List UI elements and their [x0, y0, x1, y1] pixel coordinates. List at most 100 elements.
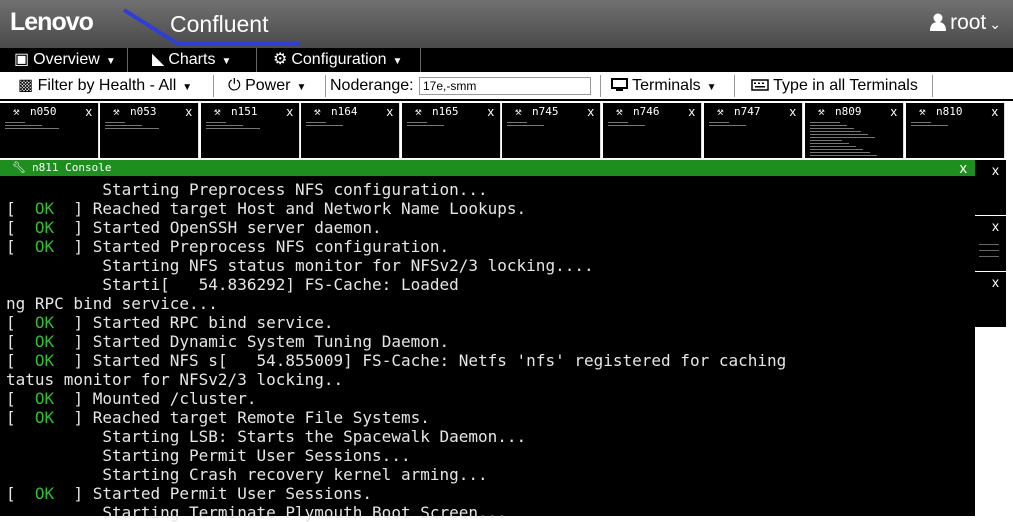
wrench-icon: ⚒: [717, 105, 724, 118]
filter-health-dropdown[interactable]: ▩ Filter by Health - All ▼: [18, 72, 192, 99]
side-terminal-window[interactable]: x: [973, 216, 1006, 271]
close-icon[interactable]: x: [992, 274, 999, 290]
type-in-all-terminals-button[interactable]: Type in all Terminals: [751, 72, 918, 99]
caret-down-icon: ▼: [392, 56, 403, 67]
thumbnail-titlebar[interactable]: ⚒ n165 x: [402, 103, 500, 120]
thumbnail-titlebar[interactable]: ⚒ n746 x: [603, 103, 701, 120]
noderange-input[interactable]: [419, 77, 591, 95]
close-icon[interactable]: x: [387, 103, 394, 120]
ok-status: OK: [34, 218, 55, 237]
menu-configuration[interactable]: ⚙ Configuration ▼: [257, 48, 421, 72]
terminal-text-line: [810, 152, 870, 153]
terminal-text-line: [810, 146, 856, 147]
thumbnail-titlebar[interactable]: ⚒ n747 x: [704, 103, 802, 120]
noderange-label: Noderange:: [330, 77, 414, 94]
ok-status: OK: [34, 332, 55, 351]
app-title: Confluent: [170, 11, 269, 37]
console-line-text: Starti[ 54.836292] FS-Cache: Loaded: [6, 275, 459, 294]
thumbnail-titlebar[interactable]: ⚒ n809 x: [805, 103, 903, 120]
close-icon[interactable]: x: [960, 160, 968, 178]
chevron-down-icon: ⌄: [989, 16, 1001, 32]
thumbnail-node-name: n164: [331, 105, 358, 118]
close-icon[interactable]: x: [86, 103, 93, 120]
console-line-text: ] Started OpenSSH server daemon.: [54, 218, 382, 237]
type-in-all-terminals-label: Type in all Terminals: [773, 77, 918, 94]
menu-overview-label: Overview: [33, 51, 100, 68]
console-line: [ OK ] Reached target Remote File System…: [6, 408, 786, 427]
terminal-thumbnail[interactable]: ⚒ n747 x: [704, 103, 803, 158]
console-line: Starting Crash recovery kernel arming...: [6, 465, 786, 484]
user-name: root: [950, 11, 987, 34]
close-icon[interactable]: x: [992, 103, 999, 120]
terminal-thumbnail[interactable]: ⚒ n746 x: [603, 103, 702, 158]
terminal-text-line: [105, 128, 159, 129]
terminal-text-line: [810, 128, 854, 129]
console-line-text: Starting NFS status monitor for NFSv2/3 …: [6, 256, 594, 275]
toolbar: ▩ Filter by Health - All ▼ ⏻ Power ▼ Noder…: [0, 72, 1013, 101]
terminal-text-line: [5, 128, 59, 129]
side-terminal-window[interactable]: x: [973, 272, 1006, 327]
thumbnail-preview: [507, 122, 595, 128]
thumbnail-titlebar[interactable]: ⚒ n053 x: [100, 103, 198, 120]
console-title: n811 Console: [32, 161, 112, 174]
terminal-thumbnail[interactable]: ⚒ n809 x: [805, 103, 904, 158]
wrench-icon: ⚒: [919, 105, 926, 118]
thumbnail-titlebar[interactable]: ⚒ n745 x: [502, 103, 600, 120]
close-icon[interactable]: x: [689, 103, 696, 120]
wrench-icon: ⚒: [415, 105, 422, 118]
thumbnail-preview: [810, 122, 898, 158]
console-line-text: ] Started NFS s[ 54.855009] FS-Cache: Ne…: [54, 351, 787, 370]
terminal-thumbnail[interactable]: ⚒ n050 x: [0, 103, 99, 158]
console-line: ng RPC bind service...: [6, 294, 786, 313]
close-icon[interactable]: x: [992, 162, 999, 178]
terminal-text-line: [810, 122, 840, 123]
wrench-icon: 🔧︎: [12, 161, 26, 174]
thumbnail-titlebar[interactable]: ⚒ n151 x: [201, 103, 299, 120]
console-line: Starting Permit User Sessions...: [6, 446, 786, 465]
console-output[interactable]: Starting Preprocess NFS configuration...…: [6, 180, 786, 522]
close-icon[interactable]: x: [287, 103, 294, 120]
terminal-thumbnail[interactable]: ⚒ n165 x: [402, 103, 501, 158]
ok-status: OK: [34, 199, 55, 218]
thumbnail-preview: [206, 122, 294, 131]
terminal-text-line: [407, 122, 427, 123]
close-icon[interactable]: x: [588, 103, 595, 120]
thumbnail-titlebar[interactable]: ⚒ n164 x: [301, 103, 399, 120]
terminal-thumbnail[interactable]: ⚒ n745 x: [502, 103, 601, 158]
user-icon: [930, 13, 947, 31]
thumbnail-node-name: n050: [30, 105, 57, 118]
thumbnail-titlebar[interactable]: ⚒ n810 x: [906, 103, 1004, 120]
close-icon[interactable]: x: [891, 103, 898, 120]
terminals-dropdown[interactable]: Terminals ▼: [611, 72, 717, 99]
close-icon[interactable]: x: [790, 103, 797, 120]
console-window[interactable]: 🔧︎ n811 Console x Starting Preprocess NF…: [0, 160, 975, 522]
console-line-prefix: [: [6, 408, 35, 427]
caret-down-icon: ▼: [105, 56, 116, 67]
terminal-thumbnail[interactable]: ⚒ n151 x: [201, 103, 300, 158]
power-dropdown[interactable]: ⏻ Power ▼: [228, 72, 306, 99]
wrench-icon: ⚒: [616, 105, 623, 118]
side-terminal-window[interactable]: x: [973, 160, 1006, 215]
user-menu[interactable]: root ⌄: [930, 11, 1001, 35]
thumbnail-preview: [911, 122, 999, 128]
console-line-prefix: [: [6, 218, 35, 237]
console-line: Starting LSB: Starts the Spacewalk Daemo…: [6, 427, 786, 446]
terminal-thumbnail[interactable]: ⚒ n164 x: [301, 103, 400, 158]
console-line-prefix: [: [6, 351, 35, 370]
menu-charts[interactable]: ◣ Charts ▼: [128, 48, 257, 72]
gear-icon: ⚙: [273, 51, 288, 68]
brand-logo: Lenovo: [10, 8, 94, 36]
close-icon[interactable]: x: [992, 218, 999, 234]
ok-status: OK: [34, 389, 55, 408]
console-titlebar[interactable]: 🔧︎ n811 Console x: [0, 160, 975, 178]
terminal-text-line: [507, 122, 527, 123]
menu-charts-label: Charts: [168, 51, 216, 68]
close-icon[interactable]: x: [186, 103, 193, 120]
menu-overview[interactable]: ▣ Overview ▼: [0, 48, 128, 72]
close-icon[interactable]: x: [488, 103, 495, 120]
terminal-thumbnail[interactable]: ⚒ n810 x: [906, 103, 1005, 158]
thumbnail-titlebar[interactable]: ⚒ n050 x: [0, 103, 98, 120]
console-line: [ OK ] Started OpenSSH server daemon.: [6, 218, 786, 237]
terminal-thumbnail[interactable]: ⚒ n053 x: [100, 103, 199, 158]
terminal-text-line: [810, 131, 861, 132]
